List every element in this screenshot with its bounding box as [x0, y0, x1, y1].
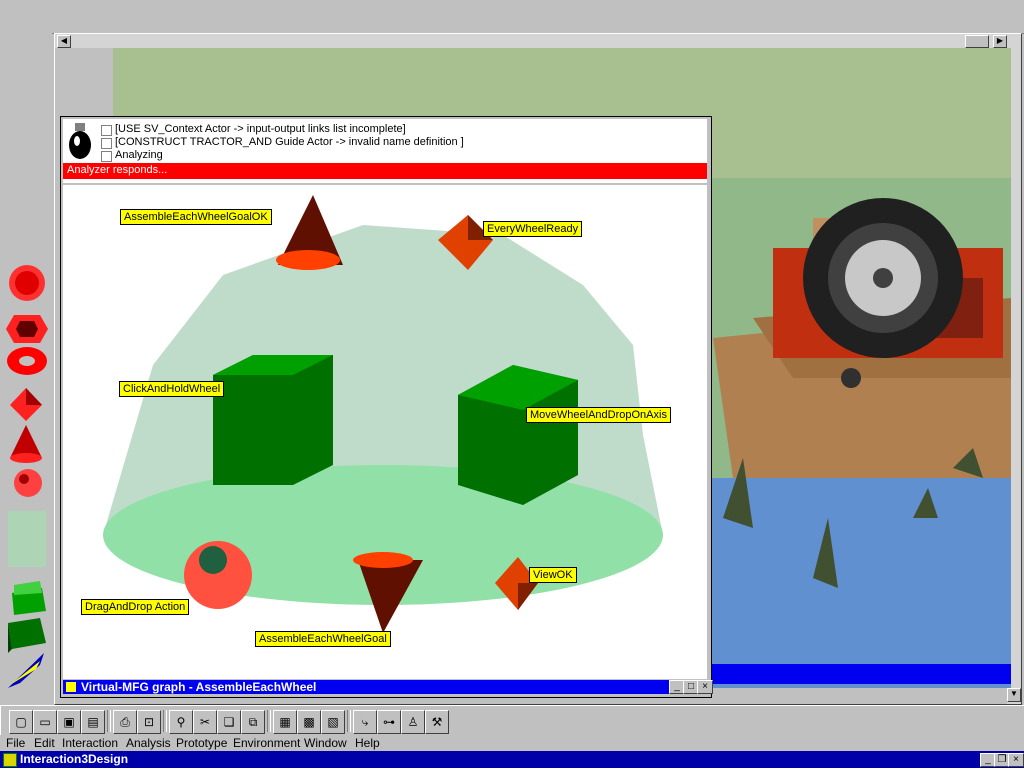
analyzer-checkbox[interactable] [101, 138, 112, 149]
torus-icon[interactable] [7, 347, 47, 375]
app-title: Interaction3Design [20, 752, 129, 766]
shape-palette [0, 33, 52, 703]
graph-window-titlebar[interactable]: Virtual-MFG graph - AssembleEachWheel _ … [63, 680, 713, 694]
palette-shapes [6, 265, 48, 688]
lightbulb-icon [69, 123, 91, 159]
toolbar-separator [107, 710, 111, 732]
sphere-node[interactable] [184, 541, 252, 609]
close-icon[interactable]: × [697, 680, 713, 694]
scroll-thumb[interactable] [965, 35, 989, 48]
hook-icon[interactable]: ⤷ [353, 710, 377, 734]
scroll-right-icon[interactable]: ▶ [993, 35, 1007, 48]
translucent-box-icon[interactable] [8, 511, 46, 567]
menu-environment[interactable]: Environment [233, 736, 300, 750]
paste-icon[interactable]: ⧉ [241, 710, 265, 734]
green-slab-icon[interactable] [12, 581, 46, 615]
diamond-icon[interactable] [10, 388, 42, 421]
person-icon[interactable]: ♙ [401, 710, 425, 734]
analyzer-status: Analyzer responds... [67, 164, 168, 176]
top-strip [0, 0, 1024, 34]
cut-icon[interactable]: ✂ [193, 710, 217, 734]
open-icon[interactable]: ▭ [33, 710, 57, 734]
menu-help[interactable]: Help [355, 736, 380, 750]
menu-edit[interactable]: Edit [34, 736, 55, 750]
ring-icon[interactable] [6, 315, 48, 343]
analyzer-panel: [USE SV_Context Actor -> input-output li… [63, 119, 707, 183]
analyzer-status-bar: Analyzer responds... [63, 163, 707, 179]
tool-icon[interactable]: ⚒ [425, 710, 449, 734]
toolbar-separator [163, 710, 167, 732]
app-icon [66, 682, 76, 692]
graph-window-title: Virtual-MFG graph - AssembleEachWheel [81, 680, 317, 694]
wheel-icon [803, 198, 963, 358]
horizontal-scrollbar[interactable]: ◀ ▶ [55, 34, 1021, 48]
copy-icon[interactable]: ❏ [217, 710, 241, 734]
print-icon[interactable]: ⎙ [113, 710, 137, 734]
node-label[interactable]: ClickAndHoldWheel [119, 381, 225, 397]
save-all-icon[interactable]: ▤ [81, 710, 105, 734]
scroll-left-icon[interactable]: ◀ [57, 35, 71, 48]
toolbar-separator [267, 710, 271, 732]
node-label[interactable]: MoveWheelAndDropOnAxis [526, 407, 671, 423]
analyzer-checkbox[interactable] [101, 125, 112, 136]
scene-icon[interactable]: ▧ [321, 710, 345, 734]
new-icon[interactable]: ▢ [9, 710, 33, 734]
node-label[interactable]: DragAndDrop Action [81, 599, 190, 615]
node-label[interactable]: AssembleEachWheelGoalOK [120, 209, 272, 225]
menu-file[interactable]: File [6, 736, 25, 750]
cone-icon[interactable] [10, 425, 42, 463]
node-label[interactable]: ViewOK [529, 567, 577, 583]
toolbar: ▢ ▭ ▣ ▤ ⎙ ⊡ ⚲ ✂ ❏ ⧉ ▦ ▩ ▧ ⤷ ⊶ ♙ ⚒ [0, 705, 1024, 737]
menu-prototype[interactable]: Prototype [176, 736, 227, 750]
connect-icon[interactable]: ⊶ [377, 710, 401, 734]
print-preview-icon[interactable]: ⊡ [137, 710, 161, 734]
toolbar-separator [347, 710, 351, 732]
gear-icon[interactable] [9, 265, 45, 301]
box-node-left[interactable] [213, 355, 333, 485]
sphere-icon[interactable] [14, 469, 42, 497]
analyzer-checkbox[interactable] [101, 151, 112, 162]
graph-window: [USE SV_Context Actor -> input-output li… [60, 116, 713, 698]
menu-analysis[interactable]: Analysis [126, 736, 171, 750]
scroll-down-icon[interactable]: ▼ [1007, 688, 1021, 702]
layout-icon[interactable]: ▦ [273, 710, 297, 734]
box-node-right[interactable] [458, 365, 578, 505]
arrow-tool-icon[interactable] [8, 653, 44, 688]
save-icon[interactable]: ▣ [57, 710, 81, 734]
graph-canvas[interactable]: AssembleEachWheelGoalOK EveryWheelReady … [63, 185, 707, 679]
green-box-icon[interactable] [8, 618, 46, 653]
menu-window[interactable]: Window [304, 736, 347, 750]
node-label[interactable]: EveryWheelReady [483, 221, 583, 237]
cone-node-top[interactable] [276, 195, 343, 270]
app-titlebar[interactable]: Interaction3Design _ ❐ × [0, 751, 1024, 768]
node-label[interactable]: AssembleEachWheelGoal [255, 631, 391, 647]
menu-interaction[interactable]: Interaction [62, 736, 118, 750]
close-icon[interactable]: × [1008, 753, 1024, 767]
app-icon [3, 753, 17, 767]
image-icon[interactable]: ▩ [297, 710, 321, 734]
wand-icon[interactable]: ⚲ [169, 710, 193, 734]
menu-bar: File Edit Interaction Analysis Prototype… [0, 735, 1024, 751]
